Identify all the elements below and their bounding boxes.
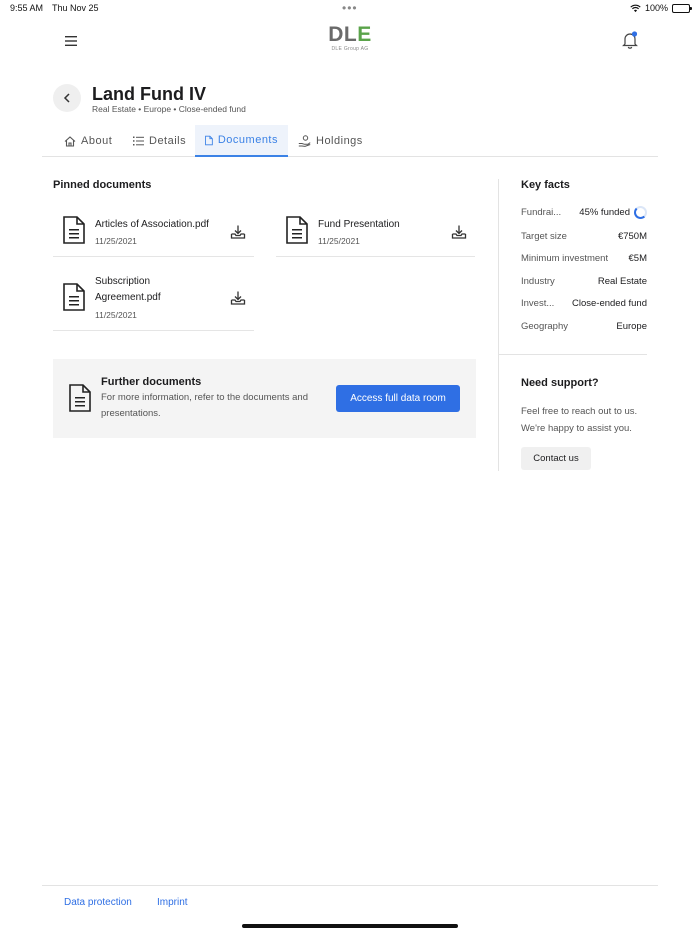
home-icon [64,135,76,147]
wifi-icon [630,4,641,12]
fact-value: 45% funded [579,205,647,219]
status-time: 9:55 AM [10,3,44,13]
status-date: Thu Nov 25 [52,3,99,13]
document-icon [205,135,213,145]
tab-details[interactable]: Details [123,125,196,157]
support-text: Feel free to reach out to us. We're happ… [521,406,638,434]
document-card[interactable]: Articles of Association.pdf 11/25/2021 [53,211,254,257]
fact-label: Target size [521,230,567,242]
tab-documents[interactable]: Documents [195,125,288,157]
document-date: 11/25/2021 [318,236,360,246]
fact-value: €750M [617,230,647,242]
divider [499,354,647,355]
further-documents-panel: Further documents For more information, … [53,359,476,438]
file-text-icon [63,216,85,244]
file-text-icon [286,216,308,244]
document-name: Articles of Association.pdf [95,219,209,230]
multitasking-dots-icon[interactable]: ••• [342,1,358,15]
download-icon[interactable] [230,290,246,306]
battery-percent: 100% [644,3,668,13]
tab-about[interactable]: About [54,125,122,157]
back-button[interactable] [53,84,81,112]
further-documents-title: Further documents [101,376,202,388]
status-bar: 9:55 AM Thu Nov 25 ••• 100% [0,0,700,18]
further-documents-text: For more information, refer to the docum… [101,392,308,419]
fact-row-industry: Industry Real Estate [521,274,647,288]
fact-label: Invest... [521,297,555,309]
contact-us-button[interactable]: Contact us [521,447,591,470]
menu-button[interactable] [60,32,82,50]
data-protection-link[interactable]: Data protection [64,897,132,908]
download-icon[interactable] [230,224,246,240]
hand-coin-icon [298,135,311,147]
fact-label: Minimum investment [521,252,609,264]
fact-value: Close-ended fund [572,297,647,309]
imprint-link[interactable]: Imprint [157,897,188,908]
list-icon [133,136,144,146]
document-card[interactable]: Subscription Agreement.pdf 11/25/2021 [53,274,254,331]
bell-icon [622,31,638,49]
access-data-room-button[interactable]: Access full data room [336,385,460,412]
tab-bar: About Details Documents Holdings [42,125,658,157]
download-icon[interactable] [451,224,467,240]
tab-label: About [81,135,113,147]
notifications-button[interactable] [620,29,640,51]
fact-label: Geography [521,320,569,332]
home-indicator[interactable] [242,924,458,928]
battery-icon [672,3,692,13]
tab-label: Details [149,135,187,147]
need-support-title: Need support? [521,377,599,389]
hamburger-icon [65,36,77,46]
logo-subtitle: DLE Group AG [331,46,369,52]
fact-row-fundraising: Fundrai... 45% funded [521,205,647,219]
status-right: 100% [630,3,692,13]
document-card[interactable]: Fund Presentation 11/25/2021 [276,211,475,257]
file-text-icon [69,384,91,412]
tab-label: Documents [217,134,278,146]
logo-wordmark: DLE [328,23,372,46]
document-date: 11/25/2021 [95,310,137,320]
tab-label: Holdings [316,135,363,147]
pinned-documents-title: Pinned documents [53,179,152,191]
page-title: Land Fund IV [92,84,206,104]
fact-row-investment-type: Invest... Close-ended fund [521,296,647,310]
fact-value: €5M [628,252,647,264]
fact-label: Fundrai... [521,206,562,218]
chevron-left-icon [63,93,70,103]
key-facts-sidebar: Key facts Fundrai... 45% funded Target s… [498,179,648,471]
fact-label: Industry [521,275,555,287]
fact-row-geography: Geography Europe [521,319,647,333]
file-text-icon [63,283,85,311]
fact-row-minimum-investment: Minimum investment €5M [521,251,647,265]
dle-logo[interactable]: DLE DLE Group AG [327,23,373,53]
document-name: Subscription Agreement.pdf [95,276,161,303]
top-bar: DLE DLE Group AG [0,18,700,68]
document-name: Fund Presentation [318,219,400,230]
tab-holdings[interactable]: Holdings [288,125,373,157]
document-date: 11/25/2021 [95,236,137,246]
funding-progress-ring-icon [634,205,647,219]
footer: Data protection Imprint [42,885,658,925]
fact-value: Real Estate [597,275,647,287]
page-subtitle: Real Estate • Europe • Close-ended fund [92,104,246,114]
fact-row-target-size: Target size €750M [521,229,647,243]
fact-value: Europe [616,320,647,332]
key-facts-title: Key facts [521,179,570,191]
